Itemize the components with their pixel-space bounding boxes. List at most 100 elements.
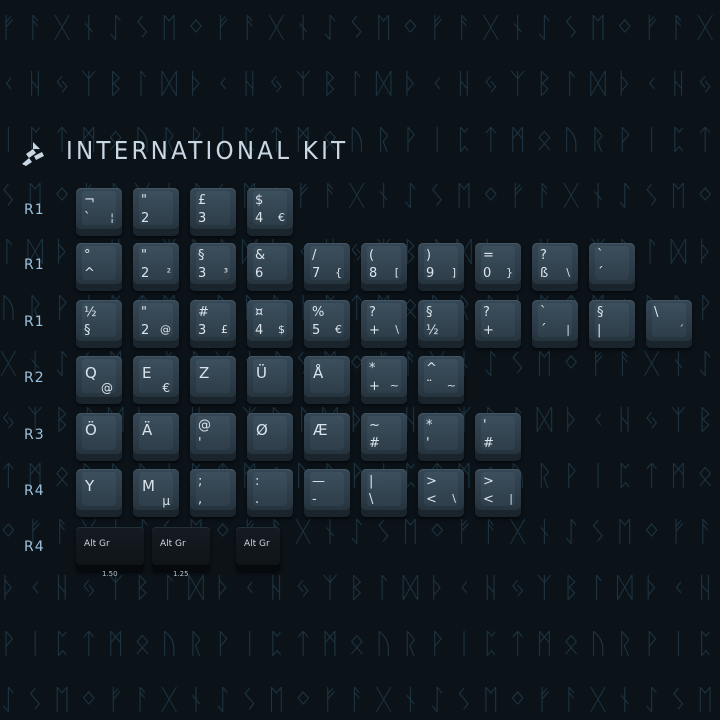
keycap-legend: 8 xyxy=(369,266,378,281)
keycap-legend: ² xyxy=(166,266,171,279)
keycap-legend: & xyxy=(255,248,266,263)
keycap-legend: # xyxy=(483,436,494,451)
keycap-legend: \ xyxy=(369,492,374,507)
keycap: \ ´ xyxy=(646,300,692,348)
keycap-legend: 2 xyxy=(141,266,150,281)
keycap-legend: \ xyxy=(395,323,399,336)
keycap-legend: 4 xyxy=(255,323,264,338)
keycap-legend: M xyxy=(142,477,155,495)
keycap-legend: | xyxy=(369,474,374,489)
keycap-legend: + xyxy=(369,323,380,338)
keycap: £3 xyxy=(190,188,236,236)
keycap: = 0} xyxy=(475,243,521,291)
keycap-legend: 5 xyxy=(312,323,321,338)
keycap-legend: Æ xyxy=(313,421,328,439)
alt-gr-keycap: Alt Gr xyxy=(76,527,144,571)
keycap-legend: < xyxy=(426,492,437,507)
keycap: | \ xyxy=(361,469,407,517)
keycap-legend: + xyxy=(369,379,380,394)
keycap-legend: Ä xyxy=(142,421,153,439)
keycap: ^ ¨ ~ xyxy=(418,356,464,404)
keycap-legend: @ xyxy=(101,381,113,395)
keycap: Mµ xyxy=(133,469,179,517)
keycap-legend: | xyxy=(597,323,602,338)
keycap-legend: § xyxy=(426,305,433,320)
rune-background-line: ᚹᛁᛈᛏᛗᛟᚢᚱᚹᛁᛈᛏᛗᛟᚢᚱᚹᛁᛈᛏᛗᛟᚢᚱᚹᛁᛈᛏᛗᛟ xyxy=(0,627,720,660)
keycap-legend: $ xyxy=(255,193,264,208)
keycap-legend: ½ xyxy=(426,323,439,338)
keycap-legend: , xyxy=(198,492,203,507)
keycap-legend: # xyxy=(369,436,380,451)
rune-background-line: ᚲᚺᛃᛉᛒᛚᛞᚦᚲᚺᛃᛉᛒᛚᛞᚦᚲᚺᛃᛉᛒᛚᛞᚦᚲᚺᛃᛉᛒᛚ xyxy=(0,67,720,100)
row-label: R3 xyxy=(24,427,45,443)
keycap-legend: % xyxy=(312,305,325,320)
keycap-legend: 4 xyxy=(255,211,264,226)
keycap-legend: $ xyxy=(278,323,285,336)
keycap-legend: € xyxy=(278,211,285,224)
keycap-legend: < xyxy=(483,492,494,507)
keycap: @ ' xyxy=(190,413,236,461)
keycap: E € xyxy=(133,356,179,404)
keycap-legend: ] xyxy=(451,266,456,279)
keycap-legend: \ xyxy=(566,266,570,279)
keycap-legend: ß xyxy=(540,266,549,281)
keycap: Ö xyxy=(76,413,122,461)
keycap: Ø xyxy=(247,413,293,461)
keycap-legend: @ xyxy=(160,323,171,336)
keycap-legend: ´ xyxy=(540,323,547,338)
keycap: § | xyxy=(589,300,635,348)
keycap-legend: ~ xyxy=(389,379,399,392)
keycap-legend: ³ xyxy=(223,266,228,279)
keycap: — - xyxy=(304,469,350,517)
keycap: Ä xyxy=(133,413,179,461)
row-label: R4 xyxy=(24,483,45,499)
keycap-legend: µ xyxy=(162,494,170,508)
keycap-legend: ` xyxy=(84,211,91,226)
keycap-legend: \ xyxy=(452,492,456,505)
keycap-legend: ^ xyxy=(84,266,95,281)
row-label: R1 xyxy=(24,314,45,330)
keycap-legend: - xyxy=(312,492,317,507)
keycap-legend: 0 xyxy=(483,266,492,281)
keycap-legend: [ xyxy=(394,266,399,279)
keycap: ) 9] xyxy=(418,243,464,291)
keycap-legend: " xyxy=(141,305,147,320)
keycap: Z xyxy=(190,356,236,404)
keycap: :. xyxy=(247,469,293,517)
keycap: #3 £ xyxy=(190,300,236,348)
keycap-legend: > xyxy=(426,474,437,489)
keycap-legend: ~ xyxy=(369,418,380,433)
keycap-legend: ¤ xyxy=(255,305,264,320)
keycap-legend: £ xyxy=(198,193,207,208)
keycap: Y xyxy=(76,469,122,517)
keycap-legend: 2 xyxy=(141,211,150,226)
keycap-legend: Ö xyxy=(85,421,97,439)
keycap-legend: § xyxy=(597,305,604,320)
keycap-legend: Z xyxy=(199,364,210,382)
keycap: & 6 xyxy=(247,243,293,291)
brand-logo-icon xyxy=(22,142,44,166)
keycap: " 2 ² xyxy=(133,243,179,291)
keycap-legend: } xyxy=(506,266,513,279)
keycap: $4 € xyxy=(247,188,293,236)
keycap-legend: ¬ xyxy=(84,193,95,208)
keycap-legend: { xyxy=(335,266,342,279)
keycap-legend: 3 xyxy=(198,211,207,226)
keycap: § 3 ³ xyxy=(190,243,236,291)
keycap-legend: Ü xyxy=(256,364,267,382)
rune-background-line: ᛇᛊᛖᛜᚠᚨᚷᚾᛇᛊᛖᛜᚠᚨᚷᚾᛇᛊᛖᛜᚠᚨᚷᚾᛇᛊᛖᛜᚠᚨ xyxy=(0,683,720,716)
keycap: ~ # xyxy=(361,413,407,461)
keycap: ? + xyxy=(475,300,521,348)
keycap-legend: ) xyxy=(426,248,432,263)
keycap-legend: ¦ xyxy=(110,211,114,224)
keycap-legend: * xyxy=(426,418,433,433)
keycap: (8 [ xyxy=(361,243,407,291)
keycap-legend: ? xyxy=(540,248,547,263)
keycap-legend: | xyxy=(566,323,570,336)
keycap: ½ § xyxy=(76,300,122,348)
keycap-legend: : xyxy=(255,474,260,489)
rune-background-line: ᚠᚨᚷᚾᛇᛊᛖᛜᚠᚨᚷᚾᛇᛊᛖᛜᚠᚨᚷᚾᛇᛊᛖᛜᚠᚨᚷᚾᛇᛊ xyxy=(0,11,720,44)
keycap-legend: ' xyxy=(426,436,430,451)
keycap: % 5 € xyxy=(304,300,350,348)
keycap-legend: ^ xyxy=(426,361,437,376)
